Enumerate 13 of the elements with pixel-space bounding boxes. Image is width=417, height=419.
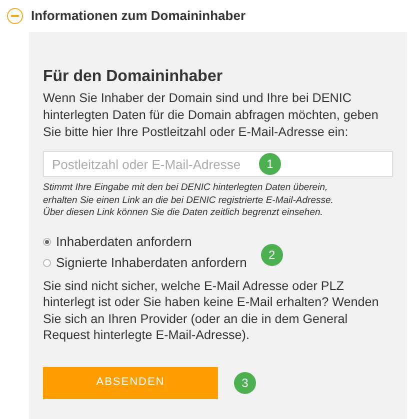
radio-button[interactable] xyxy=(43,238,51,246)
number-badge: 3 xyxy=(234,372,256,394)
radio-label: Inhaberdaten anfordern xyxy=(56,234,192,250)
submit-button[interactable]: ABSENDEN xyxy=(43,366,218,398)
number-badge: 2 xyxy=(260,244,283,266)
collapse-toggle-icon[interactable] xyxy=(7,8,23,24)
help-text: Sie sind nicht sicher, welche E-Mail Adresse oder PLZ hinterlegt ist oder Sie haben keine E-Mail erhalten? Wenden Sie sich an Ihren Provider (oder an die in dem General Request hinterlegte E-Mail-Adresse). xyxy=(43,278,380,344)
hint-text: Stimmt Ihre Eingabe mit den bei DENIC hinterlegten Daten überein, erhalten Sie einen Link an die bei DENIC registrierte E-Mail-Adresse. Über diesen Link können Sie die Daten zeitlich begrenzt einsehen. xyxy=(43,182,334,220)
panel-heading: Für den Domaininhaber xyxy=(43,67,224,87)
section-title: Informationen zum Domaininhaber xyxy=(31,7,246,26)
radio-button[interactable] xyxy=(43,258,51,266)
radio-label: Signierte Inhaberdaten anfordern xyxy=(56,254,247,270)
intro-text: Wenn Sie Inhaber der Domain sind und Ihre bei DENIC hinterlegten Daten für die Domain abfragen möchten, geben Sie bitte hier Ihre Postleitzahl oder E-Mail-Adresse ein: xyxy=(43,90,380,141)
